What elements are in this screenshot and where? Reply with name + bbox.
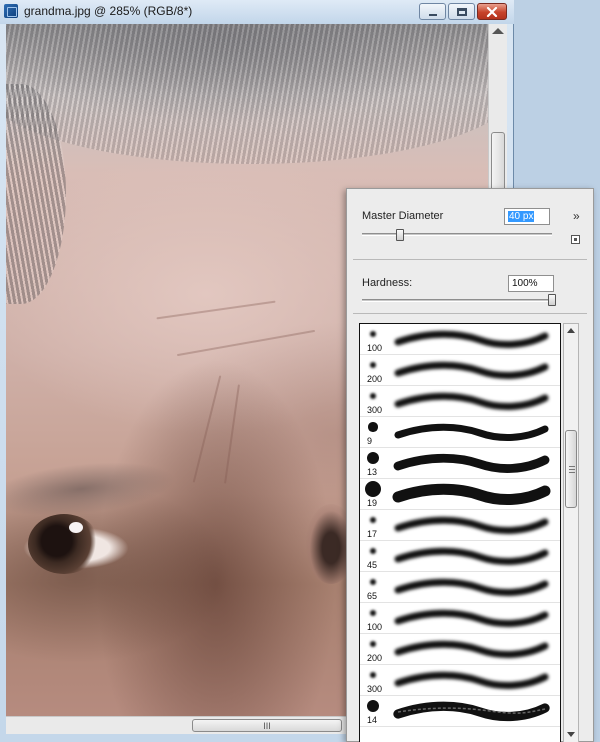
master-diameter-value: 40 px xyxy=(508,211,535,222)
brush-size-label: 45 xyxy=(367,560,378,570)
brush-tip-icon xyxy=(370,331,376,337)
brush-size-label: 300 xyxy=(367,684,383,694)
brush-stroke-preview xyxy=(394,547,549,566)
brush-tip-icon xyxy=(370,393,376,399)
brush-preset-item[interactable]: 14 xyxy=(360,696,560,727)
scroll-up-arrow-icon[interactable] xyxy=(567,328,575,333)
eye-highlight xyxy=(69,522,83,533)
brush-tip-icon xyxy=(366,699,380,713)
brush-tip-icon xyxy=(370,610,376,616)
brush-preset-item[interactable]: 45 xyxy=(360,541,560,572)
brush-preset-item[interactable]: 100 xyxy=(360,324,560,355)
maximize-icon xyxy=(456,7,467,16)
brush-size-label: 14 xyxy=(367,715,378,725)
grip-line xyxy=(569,469,575,470)
photoshop-document-icon xyxy=(4,4,18,18)
brush-size-label: 100 xyxy=(367,622,383,632)
hair-region xyxy=(6,24,488,164)
master-diameter-slider-thumb[interactable] xyxy=(396,229,404,241)
title-bar[interactable]: grandma.jpg @ 285% (RGB/8*) xyxy=(0,0,514,24)
minimize-icon xyxy=(428,13,437,16)
close-button[interactable] xyxy=(477,3,507,20)
brush-stroke-preview xyxy=(394,609,549,628)
master-diameter-input[interactable]: 40 px xyxy=(504,208,550,225)
preset-list-scrollbar[interactable] xyxy=(563,323,579,742)
brush-preset-item[interactable]: 19 xyxy=(360,479,560,510)
brush-tip-icon xyxy=(365,481,381,497)
brush-preset-item[interactable]: 9 xyxy=(360,417,560,448)
left-iris xyxy=(28,514,100,574)
brush-preset-item[interactable]: 300 xyxy=(360,665,560,696)
brush-stroke-preview xyxy=(393,701,550,722)
close-icon xyxy=(486,6,498,17)
brush-tip-icon xyxy=(370,548,376,554)
brush-preset-item[interactable]: 300 xyxy=(360,386,560,417)
brush-stroke-preview xyxy=(394,361,549,380)
new-preset-icon[interactable] xyxy=(571,235,580,244)
brush-size-label: 9 xyxy=(367,436,373,446)
horizontal-scroll-thumb[interactable]: III xyxy=(192,719,342,732)
brush-stroke-preview xyxy=(394,671,549,690)
master-diameter-slider[interactable] xyxy=(362,233,552,236)
maximize-button[interactable] xyxy=(448,3,475,20)
grip-line xyxy=(569,472,575,473)
hardness-slider[interactable] xyxy=(362,299,552,302)
brush-size-label: 19 xyxy=(367,498,378,508)
brush-size-label: 100 xyxy=(367,343,383,353)
brush-tip-icon xyxy=(370,672,376,678)
brush-preset-picker: Master Diameter 40 px » Hardness: 100% 1… xyxy=(346,188,594,742)
brush-preset-item[interactable]: 200 xyxy=(360,355,560,386)
divider xyxy=(353,259,587,260)
brush-stroke-preview xyxy=(393,453,550,473)
hardness-label: Hardness: xyxy=(362,277,413,289)
brush-tip-icon xyxy=(370,579,376,585)
scroll-down-arrow-icon[interactable] xyxy=(567,732,575,737)
forehead-wrinkle xyxy=(176,329,316,357)
hardness-value: 100% xyxy=(512,278,538,289)
preset-list-scroll-thumb[interactable] xyxy=(565,430,577,508)
brow-crease xyxy=(224,384,240,484)
panel-menu-icon[interactable]: » xyxy=(573,209,580,223)
brow-crease xyxy=(192,375,222,483)
window-title: grandma.jpg @ 285% (RGB/8*) xyxy=(24,4,193,18)
brush-preset-item[interactable]: 13 xyxy=(360,448,560,479)
brush-tip-icon xyxy=(366,451,380,465)
brush-tip-icon xyxy=(370,517,376,523)
brush-tip-icon xyxy=(370,362,376,368)
brush-tip-icon xyxy=(370,641,376,647)
brush-stroke-preview xyxy=(394,640,549,659)
brush-size-label: 300 xyxy=(367,405,383,415)
brush-size-label: 200 xyxy=(367,653,383,663)
scroll-up-arrow-icon[interactable] xyxy=(492,28,504,34)
brush-size-label: 17 xyxy=(367,529,378,539)
brush-size-label: 13 xyxy=(367,467,378,477)
brush-stroke-preview xyxy=(394,578,549,597)
brush-preset-item[interactable]: 17 xyxy=(360,510,560,541)
brush-size-label: 200 xyxy=(367,374,383,384)
master-diameter-label: Master Diameter xyxy=(362,210,444,222)
minimize-button[interactable] xyxy=(419,3,446,20)
brush-stroke-preview xyxy=(394,330,549,349)
divider xyxy=(353,313,587,314)
hardness-slider-thumb[interactable] xyxy=(548,294,556,306)
brush-preset-item[interactable]: 100 xyxy=(360,603,560,634)
brush-stroke-preview xyxy=(394,423,549,442)
brush-size-label: 65 xyxy=(367,591,378,601)
forehead-wrinkle xyxy=(156,300,276,320)
brush-preset-item[interactable]: 65 xyxy=(360,572,560,603)
brush-tip-icon xyxy=(368,422,378,432)
brush-stroke-preview xyxy=(392,483,551,506)
grip-line xyxy=(569,466,575,467)
brush-preset-list[interactable]: 100 200 300 9 13 19 17 45 65 100 200 300 14 xyxy=(359,323,561,742)
brush-stroke-preview xyxy=(394,392,549,411)
brush-stroke-preview xyxy=(394,516,549,535)
brush-preset-item[interactable]: 200 xyxy=(360,634,560,665)
hardness-input[interactable]: 100% xyxy=(508,275,554,292)
scroll-grip: III xyxy=(263,720,271,731)
